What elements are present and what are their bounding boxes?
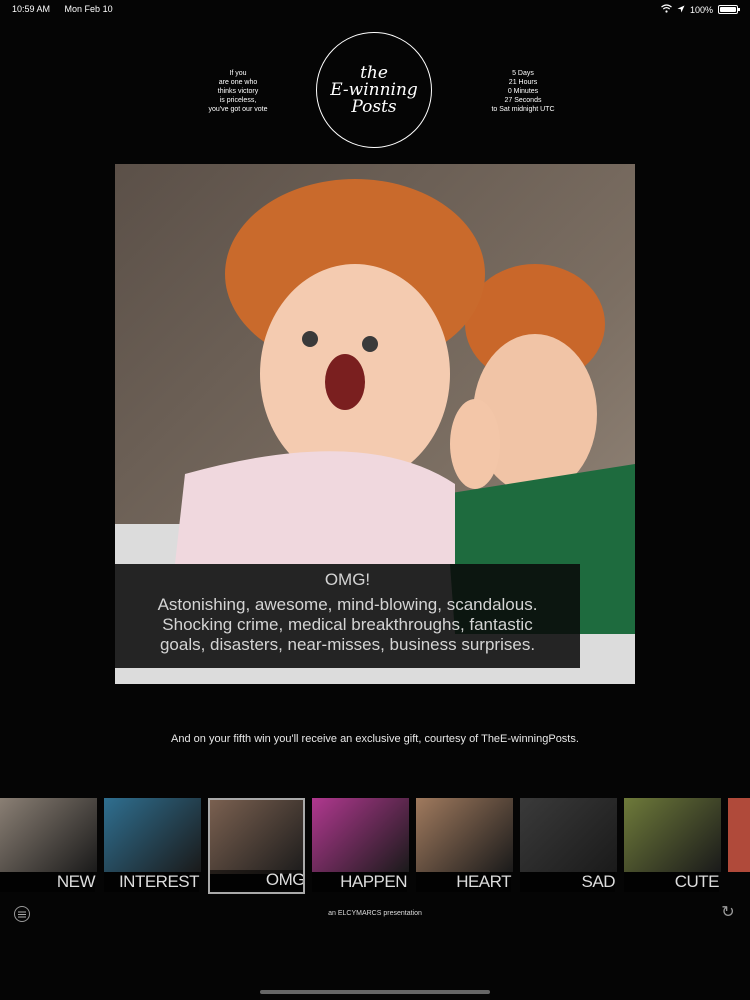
location-icon bbox=[677, 5, 685, 15]
category-thumbnail bbox=[728, 798, 750, 872]
category-tile-happen[interactable]: HAPPEN bbox=[312, 798, 409, 894]
hero-caption: OMG! Astonishing, awesome, mind-blowing,… bbox=[115, 564, 580, 668]
category-label: NEW bbox=[0, 872, 96, 892]
category-thumbnail bbox=[0, 798, 97, 872]
category-label: OMG bbox=[210, 870, 303, 890]
category-thumbnail bbox=[624, 798, 721, 872]
category-label: SAD bbox=[520, 872, 616, 892]
category-thumbnail bbox=[416, 798, 513, 872]
hero-title: OMG! bbox=[324, 570, 371, 589]
category-label: HEART bbox=[416, 872, 512, 892]
refresh-icon[interactable]: ↻ bbox=[719, 904, 737, 922]
tagline: If you are one who thinks victory is pri… bbox=[208, 70, 268, 113]
site-logo[interactable]: the E-winning Posts bbox=[316, 32, 432, 148]
category-thumbnail bbox=[312, 798, 409, 872]
category-tile-heart[interactable]: HEART bbox=[416, 798, 513, 894]
status-date: Mon Feb 10 bbox=[64, 4, 113, 14]
presented-by: an ELCYMARCS presentation bbox=[328, 910, 422, 917]
category-label: INTEREST bbox=[104, 872, 200, 892]
countdown: 5 Days 21 Hours 0 Minutes 27 Seconds to … bbox=[491, 70, 555, 113]
category-tile-new[interactable]: NEW bbox=[0, 798, 97, 894]
gift-message: And on your fifth win you'll receive an … bbox=[171, 733, 579, 745]
category-tile-omg[interactable]: OMG bbox=[208, 798, 305, 894]
category-tile-partial[interactable] bbox=[728, 798, 750, 894]
category-carousel[interactable]: NEW INTEREST OMG HAPPEN HEART SAD CUTE bbox=[0, 798, 750, 894]
home-indicator[interactable] bbox=[260, 990, 490, 994]
logo-line: Posts bbox=[351, 96, 397, 117]
category-tile-sad[interactable]: SAD bbox=[520, 798, 617, 894]
category-thumbnail bbox=[520, 798, 617, 872]
logo-line: the bbox=[360, 62, 388, 83]
category-tile-interest[interactable]: INTEREST bbox=[104, 798, 201, 894]
category-label: CUTE bbox=[624, 872, 720, 892]
category-label: HAPPEN bbox=[312, 872, 408, 892]
hero-description: Astonishing, awesome, mind-blowing, scan… bbox=[157, 595, 538, 654]
status-bar: 10:59 AM Mon Feb 10 100% bbox=[0, 0, 750, 18]
category-thumbnail bbox=[104, 798, 201, 872]
logo-line: E-winning bbox=[330, 79, 418, 100]
battery-percent: 100% bbox=[689, 4, 713, 15]
category-tile-cute[interactable]: CUTE bbox=[624, 798, 721, 894]
wifi-icon bbox=[661, 4, 672, 15]
battery-icon bbox=[718, 5, 740, 14]
category-thumbnail bbox=[210, 800, 303, 874]
status-time: 10:59 AM bbox=[12, 4, 51, 14]
